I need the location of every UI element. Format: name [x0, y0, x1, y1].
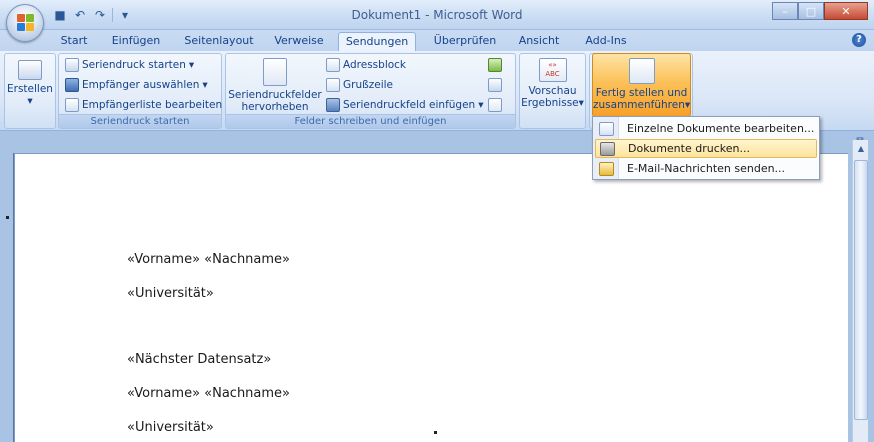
greeting-line-icon [326, 78, 340, 92]
group-felder: Seriendruckfelder hervorheben Adressbloc… [225, 53, 516, 129]
edit-documents-icon [599, 121, 614, 136]
vorschau-ergebnisse-button[interactable]: «» ABC Vorschau Ergebnisse▾ [520, 58, 585, 109]
office-logo-icon [17, 14, 35, 32]
email-icon [599, 161, 614, 176]
grusszeile-label: Grußzeile [343, 79, 393, 91]
highlight-fields-icon [263, 58, 287, 86]
chevron-down-icon: ▾ [188, 59, 195, 71]
envelope-icon [18, 60, 42, 80]
document-page[interactable]: «Vorname» «Nachname» «Universität» «Näch… [14, 153, 848, 442]
group-vorschau: «» ABC Vorschau Ergebnisse▾ [519, 53, 586, 129]
group-seriendruck-starten: Seriendruck starten ▾ Empfänger auswähle… [58, 53, 222, 129]
update-labels-icon [488, 98, 502, 112]
menu-item-label: Einzelne Dokumente bearbeiten... [627, 122, 815, 135]
seriendruckfelder-hervorheben-button[interactable]: Seriendruckfelder hervorheben [228, 58, 322, 113]
window-controls: – □ ✕ [772, 2, 868, 20]
adressblock-button[interactable]: Adressblock [326, 58, 406, 72]
menu-item-einzelne-dokumente[interactable]: Einzelne Dokumente bearbeiten... [595, 119, 817, 138]
fertig-label-line1: Fertig stellen und [595, 87, 688, 99]
vorschau-label-line1: Vorschau [528, 85, 577, 97]
erstellen-label: Erstellen [7, 83, 53, 95]
seriendruck-starten-button[interactable]: Seriendruck starten ▾ [65, 58, 194, 72]
empfaengerliste-bearbeiten-label: Empfängerliste bearbeiten [82, 99, 223, 111]
help-icon[interactable]: ? [852, 33, 866, 47]
ribbon-tabs: Start Einfügen Seitenlayout Verweise Sen… [0, 30, 874, 51]
edit-list-icon [65, 98, 79, 112]
recipients-icon [65, 78, 79, 92]
erstellen-button[interactable]: Erstellen ▾ [5, 60, 55, 107]
seriendruck-starten-label: Seriendruck starten [82, 59, 186, 71]
tab-einfuegen[interactable]: Einfügen [106, 32, 166, 51]
update-labels-button[interactable] [488, 98, 502, 112]
merge-field-line[interactable]: «Nächster Datensatz» [127, 352, 271, 367]
chevron-down-icon: ▾ [684, 99, 691, 111]
fertig-label-line2: zusammenführen [593, 99, 685, 111]
group-label-seriendruck-starten: Seriendruck starten [59, 114, 221, 128]
erstellen-caret: ▾ [27, 95, 33, 107]
group-erstellen: Erstellen ▾ [4, 53, 56, 129]
seriendruckfeld-einfuegen-button[interactable]: Seriendruckfeld einfügen ▾ [326, 98, 484, 112]
tab-verweise[interactable]: Verweise [270, 32, 328, 51]
menu-item-label: Dokumente drucken... [628, 142, 750, 155]
document-icon [65, 58, 79, 72]
abc-preview-icon: «» ABC [538, 58, 567, 82]
printer-icon [600, 141, 615, 156]
office-button[interactable] [6, 4, 44, 42]
tab-sendungen[interactable]: Sendungen [338, 32, 416, 51]
tab-add-ins[interactable]: Add-Ins [580, 32, 632, 51]
grusszeile-button[interactable]: Grußzeile [326, 78, 393, 92]
empfaengerliste-bearbeiten-button[interactable]: Empfängerliste bearbeiten [65, 98, 222, 112]
vorschau-label-line2: Ergebnisse [521, 97, 579, 109]
group-label-felder: Felder schreiben und einfügen [226, 114, 515, 128]
address-block-icon [326, 58, 340, 72]
title-bar: ■ ↶ ↷ ▾ Dokument1 - Microsoft Word – □ ✕ [0, 0, 874, 30]
window-title: Dokument1 - Microsoft Word [351, 8, 523, 22]
menu-item-dokumente-drucken[interactable]: Dokumente drucken... [595, 139, 817, 158]
hervorheben-label-line1: Seriendruckfelder [228, 89, 322, 101]
fertig-stellen-button[interactable]: Fertig stellen und zusammenführen▾ [592, 53, 691, 117]
merge-field-line[interactable]: «Universität» [127, 420, 214, 435]
insert-field-icon [326, 98, 340, 112]
chevron-down-icon: ▾ [478, 99, 484, 111]
match-fields-button[interactable] [488, 78, 502, 92]
seriendruckfeld-einfuegen-label: Seriendruckfeld einfügen [343, 99, 476, 111]
text-cursor-marker [434, 431, 437, 434]
merge-field-line[interactable]: «Universität» [127, 286, 214, 301]
rules-icon [488, 58, 502, 72]
menu-item-label: E-Mail-Nachrichten senden... [627, 162, 786, 175]
finish-merge-menu: Einzelne Dokumente bearbeiten... Dokumen… [592, 116, 820, 180]
match-fields-icon [488, 78, 502, 92]
minimize-button[interactable]: – [772, 2, 798, 20]
chevron-down-icon: ▾ [202, 79, 208, 91]
empfaenger-auswaehlen-label: Empfänger auswählen [82, 79, 200, 91]
finish-merge-icon [628, 58, 655, 84]
adressblock-label: Adressblock [343, 59, 407, 71]
menu-item-email-senden[interactable]: E-Mail-Nachrichten senden... [595, 159, 817, 178]
tab-start[interactable]: Start [56, 32, 92, 51]
chevron-down-icon: ▾ [578, 97, 584, 109]
close-button[interactable]: ✕ [824, 2, 868, 20]
tab-ueberpruefen[interactable]: Überprüfen [428, 32, 502, 51]
maximize-button[interactable]: □ [798, 2, 824, 20]
merge-field-line[interactable]: «Vorname» «Nachname» [127, 252, 290, 267]
merge-field-line[interactable]: «Vorname» «Nachname» [127, 386, 290, 401]
rules-button[interactable] [488, 58, 502, 72]
fertig-stellen-content: Fertig stellen und zusammenführen▾ [593, 58, 690, 111]
margin-marker [6, 216, 9, 219]
vertical-scrollbar[interactable]: ▲ [852, 140, 868, 442]
tab-ansicht[interactable]: Ansicht [514, 32, 564, 51]
scroll-up-icon[interactable]: ▲ [854, 142, 868, 156]
hervorheben-label-line2: hervorheben [241, 101, 309, 113]
scroll-thumb[interactable] [854, 160, 868, 420]
empfaenger-auswaehlen-button[interactable]: Empfänger auswählen ▾ [65, 78, 208, 92]
tab-seitenlayout[interactable]: Seitenlayout [180, 32, 258, 51]
